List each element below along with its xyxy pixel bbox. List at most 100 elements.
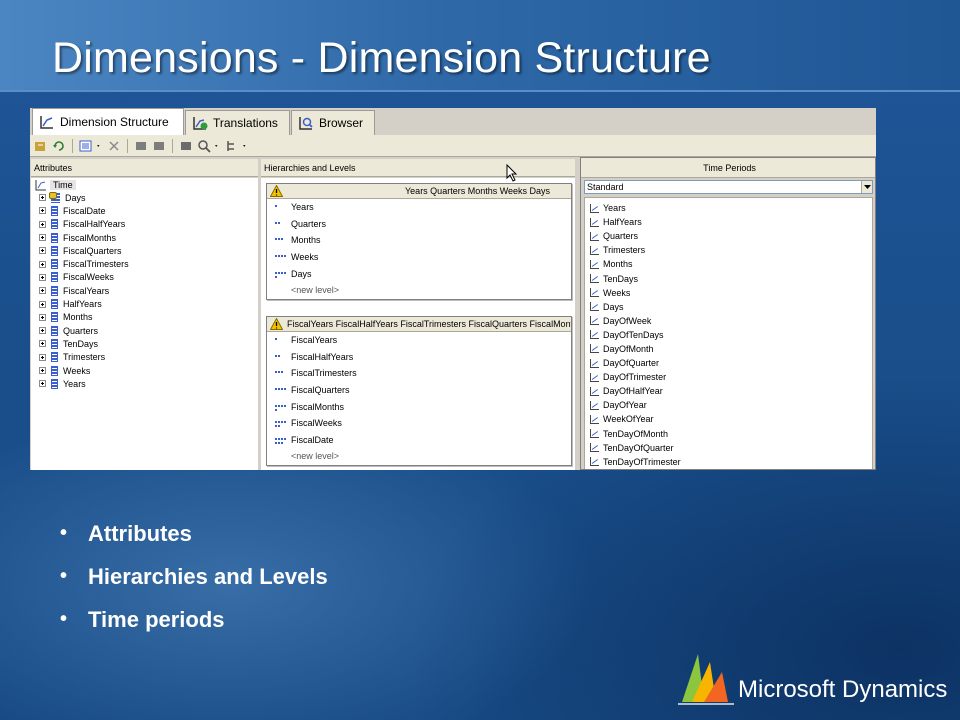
time-period-row[interactable]: DayOfHalfYear (585, 384, 872, 398)
time-period-row[interactable]: DayOfTenDays (585, 328, 872, 342)
time-period-row[interactable]: WeekOfYear (585, 412, 872, 426)
tab-translations[interactable]: Translations (185, 110, 290, 135)
level-icon (275, 353, 285, 361)
time-period-row[interactable]: Quarters (585, 229, 872, 243)
new-hierarchy-icon[interactable] (152, 139, 166, 153)
hierarchy-box[interactable]: Years Quarters Months Weeks Days Years Qu… (266, 183, 572, 300)
level-row[interactable]: FiscalMonths (267, 398, 571, 415)
process-icon[interactable] (34, 139, 48, 153)
dropdown-arrow-icon[interactable] (97, 139, 103, 153)
tab-label: Dimension Structure (60, 115, 169, 129)
time-period-row[interactable]: TenDays (585, 271, 872, 285)
time-period-row[interactable]: TenDayOfMonth (585, 427, 872, 441)
bullet-marker: • (60, 522, 68, 544)
level-row[interactable]: FiscalTrimesters (267, 365, 571, 382)
refresh-icon[interactable] (52, 139, 66, 153)
tab-browser[interactable]: Browser (291, 110, 375, 135)
time-period-icon (590, 245, 599, 255)
bullet-item: • Attributes (60, 512, 328, 555)
attribute-row[interactable]: HalfYears (31, 297, 258, 310)
attribute-label: FiscalWeeks (63, 272, 114, 283)
attribute-row[interactable]: Months (31, 311, 258, 324)
time-period-row[interactable]: Trimesters (585, 243, 872, 257)
expand-icon[interactable] (39, 367, 46, 374)
expand-icon[interactable] (39, 247, 46, 255)
new-attribute-icon[interactable] (134, 139, 148, 153)
level-row[interactable]: FiscalHalfYears (267, 349, 571, 366)
attribute-row[interactable]: FiscalWeeks (31, 271, 258, 284)
expand-icon[interactable] (39, 287, 46, 295)
mouse-cursor-icon (506, 164, 518, 182)
attributes-tree[interactable]: Time Days FiscalDate FiscalHalfYears Fiscal… (31, 178, 258, 470)
expand-icon[interactable] (39, 220, 46, 228)
time-period-row[interactable]: DayOfTrimester (585, 370, 872, 384)
time-period-row[interactable]: DayOfWeek (585, 314, 872, 328)
expand-icon[interactable] (39, 340, 46, 348)
time-period-row[interactable]: Days (585, 300, 872, 314)
hierarchy-box[interactable]: FiscalYears FiscalHalfYears FiscalTrimes… (266, 316, 572, 466)
tab-dimension-structure[interactable]: Dimension Structure (32, 108, 184, 135)
attribute-row[interactable]: Trimesters (31, 351, 258, 364)
expand-icon[interactable] (39, 300, 46, 308)
level-row[interactable]: FiscalDate (267, 432, 571, 449)
view-options-icon[interactable] (79, 139, 93, 153)
time-period-row[interactable]: TenDayOfQuarter (585, 441, 872, 455)
time-period-row[interactable]: HalfYears (585, 215, 872, 229)
expand-icon[interactable] (39, 327, 46, 335)
time-period-row[interactable]: Years (585, 201, 872, 215)
time-period-row[interactable]: TenDayOfTrimester (585, 455, 872, 469)
hierarchy-header[interactable]: FiscalYears FiscalHalfYears FiscalTrimes… (267, 317, 571, 332)
attributes-root[interactable]: Time (31, 178, 258, 191)
new-level-row[interactable]: <new level> (267, 448, 571, 465)
time-period-icon (590, 274, 599, 284)
expand-icon[interactable] (39, 273, 46, 281)
time-period-list[interactable]: Years HalfYears Quarters Trimesters Months Te… (584, 197, 873, 469)
time-period-row[interactable]: DayOfQuarter (585, 356, 872, 370)
dropdown-arrow-icon[interactable] (243, 139, 249, 153)
level-row[interactable]: Months (267, 232, 571, 249)
attribute-row[interactable]: Years (31, 377, 258, 390)
attribute-row[interactable]: Days (31, 191, 258, 204)
level-row[interactable]: FiscalYears (267, 332, 571, 349)
hierarchy-levels: FiscalYears FiscalHalfYears FiscalTrimeste… (267, 332, 571, 448)
expand-icon[interactable] (39, 194, 46, 202)
time-period-row[interactable]: Weeks (585, 286, 872, 300)
toolbar-separator (172, 138, 173, 153)
level-row[interactable]: Quarters (267, 216, 571, 233)
time-period-row[interactable]: Months (585, 257, 872, 271)
level-row[interactable]: Days (267, 265, 571, 282)
zoom-icon[interactable] (197, 139, 211, 153)
attribute-row[interactable]: FiscalMonths (31, 231, 258, 244)
expand-icon[interactable] (39, 313, 46, 321)
attribute-row[interactable]: Weeks (31, 364, 258, 377)
show-table-icon[interactable] (179, 139, 193, 153)
delete-icon[interactable] (107, 139, 121, 153)
attribute-row[interactable]: FiscalHalfYears (31, 218, 258, 231)
expand-icon[interactable] (39, 207, 46, 215)
attribute-label: Years (63, 378, 86, 389)
new-level-row[interactable]: <new level> (267, 282, 571, 299)
attribute-row[interactable]: FiscalQuarters (31, 244, 258, 257)
hierarchy-header[interactable]: Years Quarters Months Weeks Days (267, 184, 571, 199)
attribute-row[interactable]: TenDays (31, 337, 258, 350)
calendar-select[interactable]: Standard (584, 180, 873, 194)
level-row[interactable]: Years (267, 199, 571, 216)
time-period-row[interactable]: DayOfMonth (585, 342, 872, 356)
attribute-row[interactable]: FiscalYears (31, 284, 258, 297)
expand-icon[interactable] (39, 380, 46, 388)
attribute-row[interactable]: FiscalDate (31, 204, 258, 217)
expand-icon[interactable] (39, 260, 46, 268)
level-row[interactable]: FiscalQuarters (267, 382, 571, 399)
attribute-row[interactable]: Quarters (31, 324, 258, 337)
attribute-label: FiscalQuarters (63, 245, 122, 256)
level-row[interactable]: FiscalWeeks (267, 415, 571, 432)
attribute-row[interactable]: FiscalTrimesters (31, 257, 258, 270)
time-period-row[interactable]: DayOfYear (585, 398, 872, 412)
dropdown-arrow-icon[interactable] (215, 139, 221, 153)
expand-icon[interactable] (39, 234, 46, 242)
chevron-down-icon[interactable] (861, 181, 872, 193)
arrange-tables-icon[interactable] (225, 139, 239, 153)
level-row[interactable]: Weeks (267, 249, 571, 266)
expand-icon[interactable] (39, 353, 46, 361)
attributes-pane-header: Attributes (31, 159, 258, 177)
